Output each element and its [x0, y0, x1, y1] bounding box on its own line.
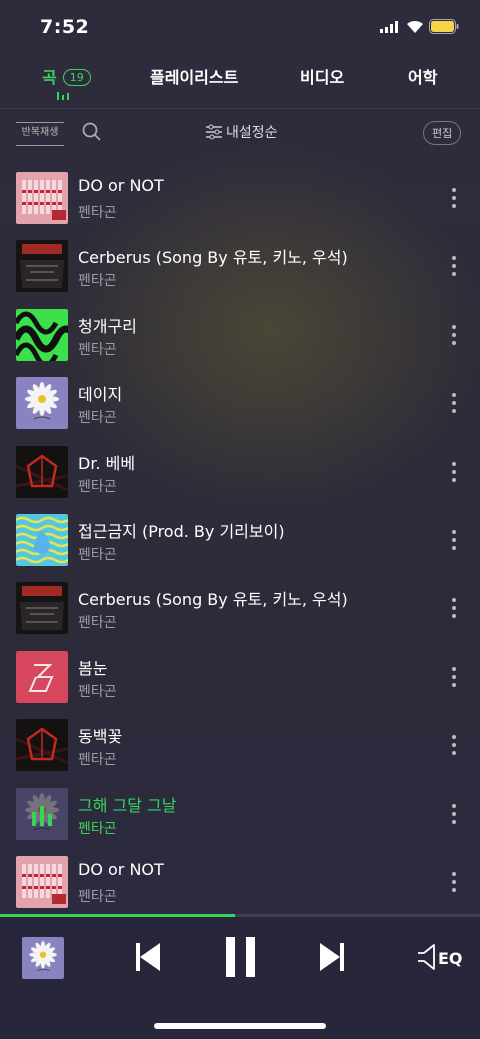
song-title: Cerberus (Song By 유토, 키노, 우석)	[78, 248, 348, 268]
song-row[interactable]: 데이지펜타곤	[0, 375, 480, 443]
song-title: 봄눈	[78, 658, 108, 678]
song-title: DO or NOT	[78, 176, 164, 195]
song-title: 접근금지 (Prod. By 기리보이)	[78, 522, 285, 541]
song-artist: 펜타곤	[78, 341, 117, 358]
album-art	[16, 445, 68, 498]
mini-player: EQ	[0, 917, 480, 1039]
search-icon[interactable]	[82, 122, 102, 142]
album-art	[16, 856, 68, 908]
list-toolbar: 반복재생 내설정순 편집	[0, 108, 480, 158]
playing-indicator-icon	[57, 92, 69, 100]
song-artist: 펜타곤	[78, 273, 117, 290]
song-row[interactable]: Cerberus (Song By 유토, 키노, 우석) 펜타곤	[0, 580, 480, 648]
song-row[interactable]: 봄눈펜타곤	[0, 649, 480, 717]
song-artist: 펜타곤	[78, 683, 117, 700]
album-art	[16, 787, 68, 840]
pause-icon[interactable]	[226, 937, 256, 977]
album-art	[16, 582, 68, 635]
previous-icon[interactable]	[134, 941, 162, 973]
song-row[interactable]: 접근금지 (Prod. By 기리보이) 펜타곤	[0, 512, 480, 580]
now-playing-album-art[interactable]	[22, 937, 64, 979]
more-options-icon[interactable]	[452, 666, 456, 691]
speaker-icon	[418, 944, 435, 970]
song-row[interactable]: 그해 그달 그날펜타곤	[0, 786, 480, 854]
song-title: 데이지	[78, 385, 123, 405]
song-artist: 펜타곤	[78, 205, 117, 221]
tab-language[interactable]: 어학	[408, 64, 437, 88]
wifi-icon	[407, 20, 423, 33]
song-artist: 펜타곤	[78, 889, 117, 905]
song-title: Dr. 베베	[78, 453, 136, 473]
status-time: 7:52	[40, 16, 90, 38]
song-row[interactable]: DO or NOT 펜타곤	[0, 854, 480, 922]
edit-button[interactable]: 편집	[423, 121, 462, 145]
song-count-badge: 19	[62, 69, 91, 86]
album-art	[16, 172, 68, 224]
tab-songs-label: 곡	[42, 68, 57, 87]
status-bar: 7:52	[0, 0, 480, 52]
eq-button[interactable]: EQ	[416, 943, 463, 971]
song-artist: 펜타곤	[78, 615, 117, 632]
tab-songs[interactable]: 곡 19	[42, 64, 91, 88]
song-title: Cerberus (Song By 유토, 키노, 우석)	[78, 590, 348, 610]
more-options-icon[interactable]	[452, 530, 456, 554]
song-row[interactable]: 청개구리펜타곤	[0, 307, 480, 375]
sort-button[interactable]: 내설정순	[206, 122, 278, 142]
song-row[interactable]: 동백꽃펜타곤	[0, 717, 480, 785]
sort-settings-icon	[206, 124, 222, 140]
more-options-icon[interactable]	[452, 461, 456, 486]
eq-label: EQ	[438, 949, 463, 968]
album-art	[16, 308, 68, 361]
more-options-icon[interactable]	[452, 735, 456, 759]
song-artist: 펜타곤	[78, 752, 117, 769]
home-indicator	[154, 1023, 326, 1029]
song-row[interactable]: Cerberus (Song By 유토, 키노, 우석) 펜타곤	[0, 238, 480, 306]
more-options-icon[interactable]	[452, 256, 456, 280]
more-options-icon[interactable]	[452, 393, 456, 417]
next-icon[interactable]	[318, 941, 346, 973]
signal-icon	[380, 21, 398, 33]
more-options-icon[interactable]	[452, 872, 456, 896]
category-tabs: 곡 19 플레이리스트 비디오 어학	[0, 52, 480, 109]
more-options-icon[interactable]	[452, 324, 456, 349]
more-options-icon[interactable]	[452, 803, 456, 828]
tab-playlist[interactable]: 플레이리스트	[150, 64, 238, 88]
song-artist: 펜타곤	[78, 820, 117, 837]
song-artist: 펜타곤	[78, 478, 117, 495]
sort-label: 내설정순	[226, 125, 278, 141]
album-art	[16, 377, 68, 430]
album-art	[16, 514, 68, 566]
song-artist: 펜타곤	[78, 410, 117, 427]
song-title: 동백꽃	[78, 727, 123, 747]
album-art	[16, 650, 68, 703]
song-artist: 펜타곤	[78, 547, 117, 563]
tab-video[interactable]: 비디오	[300, 64, 344, 88]
album-art	[16, 719, 68, 772]
song-title: 청개구리	[78, 316, 137, 336]
repeat-button[interactable]: 반복재생	[16, 122, 64, 146]
song-row[interactable]: DO or NOT 펜타곤	[0, 170, 480, 238]
song-title: DO or NOT	[78, 860, 164, 879]
album-art	[16, 240, 68, 293]
song-row[interactable]: Dr. 베베펜타곤	[0, 444, 480, 512]
more-options-icon[interactable]	[452, 188, 456, 212]
more-options-icon[interactable]	[452, 598, 456, 622]
song-title: 그해 그달 그날	[78, 795, 177, 815]
battery-icon	[429, 19, 459, 34]
